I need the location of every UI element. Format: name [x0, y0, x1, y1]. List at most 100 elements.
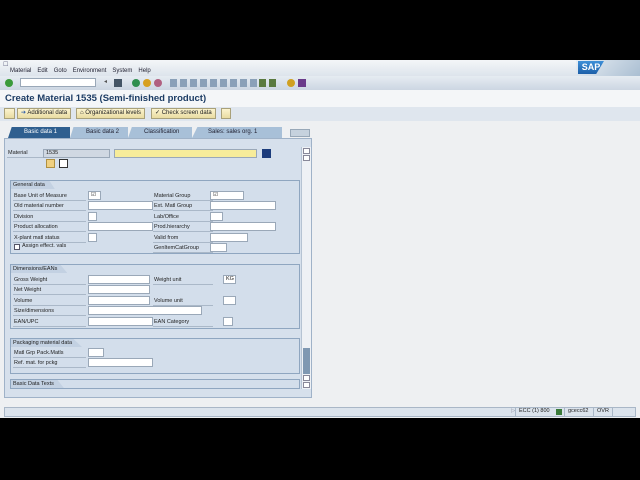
base-unit-label: Base Unit of Measure	[13, 192, 86, 201]
material-label: Material	[7, 149, 43, 158]
volume-unit-label: Volume unit	[153, 297, 213, 306]
menu-material[interactable]: Material	[10, 68, 31, 74]
tab-basic-data-2[interactable]: Basic data 2	[70, 127, 128, 138]
matl-grp-pack-label: Matl Grp Pack.Matls	[13, 349, 86, 358]
tab-classification[interactable]: Classification	[128, 127, 192, 138]
material-description-field[interactable]	[114, 149, 257, 158]
volume-unit-field[interactable]	[223, 296, 236, 305]
gross-weight-field[interactable]	[88, 275, 150, 284]
menu-environment[interactable]: Environment	[73, 68, 107, 74]
ref-mat-pckg-field[interactable]	[88, 358, 153, 367]
menu-bar: ☐ Material Edit Goto Environment System Help	[0, 60, 640, 76]
check-screen-data-button[interactable]: ✓ Check screen data	[151, 108, 216, 119]
volume-field[interactable]	[88, 296, 150, 305]
organizational-levels-button[interactable]: ⌂ Organizational levels	[76, 108, 145, 119]
matl-grp-pack-field[interactable]	[88, 348, 104, 357]
ean-category-field[interactable]	[223, 317, 233, 326]
lab-office-label: Lab/Office	[153, 213, 213, 222]
division-label: Division	[13, 213, 86, 222]
org-levels-icon[interactable]	[46, 159, 55, 168]
sap-logo: SAP	[578, 61, 604, 74]
group-title: Basic Data Texts	[11, 380, 64, 388]
standard-toolbar: ◂	[0, 76, 640, 90]
group-title: General data	[11, 181, 55, 189]
help-icon[interactable]	[287, 79, 295, 87]
status-system: ECC (1) 800	[515, 407, 550, 417]
menu-system[interactable]: System	[112, 68, 132, 74]
menu-goto[interactable]: Goto	[54, 68, 67, 74]
scroll-up-button-lower[interactable]	[303, 375, 310, 381]
x-plant-status-label: X-plant matl status	[13, 234, 86, 243]
ean-upc-field[interactable]	[88, 317, 153, 326]
dimensions-group: Dimensions/EANs Gross Weight Weight unit…	[10, 264, 300, 329]
old-material-number-field[interactable]	[88, 201, 153, 210]
other-material-button[interactable]	[4, 108, 15, 119]
save-icon[interactable]	[114, 79, 122, 87]
session-icons[interactable]	[259, 79, 277, 87]
scroll-down-button-lower[interactable]	[303, 382, 310, 388]
tab-panel: Material 1535 General data Base Unit of …	[4, 138, 312, 398]
net-weight-label: Net Weight	[13, 286, 86, 295]
size-dimensions-label: Size/dimensions	[13, 307, 86, 316]
ean-category-label: EAN Category	[153, 318, 213, 327]
page-title: Create Material 1535 (Semi-finished prod…	[5, 93, 207, 104]
size-dimensions-field[interactable]	[88, 306, 202, 315]
valid-from-label: Valid from	[153, 234, 213, 243]
material-group-field[interactable]: ☑	[210, 191, 244, 200]
scroll-thumb[interactable]	[303, 348, 310, 374]
lab-office-field[interactable]	[210, 212, 223, 221]
status-blank	[612, 407, 628, 417]
vertical-scrollbar[interactable]	[301, 147, 311, 389]
check-icon: ✓	[155, 110, 162, 116]
valid-from-field[interactable]	[210, 233, 248, 242]
ref-mat-pckg-label: Ref. mat. for pckg	[13, 359, 86, 368]
group-title: Dimensions/EANs	[11, 265, 68, 273]
exit-icon[interactable]	[143, 79, 151, 87]
command-field[interactable]	[20, 78, 96, 87]
packaging-group: Packaging material data Matl Grp Pack.Ma…	[10, 338, 300, 374]
additional-data-button[interactable]: ➔ Additional data	[17, 108, 72, 119]
back-icon[interactable]	[132, 79, 140, 87]
assign-effect-vals-checkbox[interactable]	[14, 244, 20, 250]
toolbar-icons[interactable]	[170, 79, 262, 87]
tab-scroll-buttons[interactable]	[290, 129, 310, 137]
gen-item-cat-group-field[interactable]	[210, 243, 227, 252]
enter-icon[interactable]	[5, 79, 13, 87]
material-group-label: Material Group	[153, 192, 213, 201]
info-icon[interactable]	[262, 149, 271, 158]
menu-edit[interactable]: Edit	[37, 68, 47, 74]
general-data-group: General data Base Unit of Measure ☑ Mate…	[10, 180, 300, 254]
weight-unit-field[interactable]: KG	[223, 275, 236, 284]
basic-data-texts-group: Basic Data Texts	[10, 379, 300, 389]
old-material-number-label: Old material number	[13, 202, 86, 211]
application-toolbar: ➔ Additional data ⌂ Organizational level…	[0, 107, 640, 121]
volume-label: Volume	[13, 297, 86, 306]
cancel-icon[interactable]	[154, 79, 162, 87]
status-mode: OVR	[593, 407, 609, 417]
division-field[interactable]	[88, 212, 97, 221]
menu-help[interactable]: Help	[138, 68, 150, 74]
product-allocation-field[interactable]	[88, 222, 153, 231]
window-menu-icon[interactable]: ☐	[3, 61, 8, 68]
layout-icon[interactable]	[298, 79, 306, 87]
scroll-up-button[interactable]	[303, 148, 310, 154]
net-weight-field[interactable]	[88, 285, 150, 294]
gen-item-cat-group-label: GenItemCatGroup	[153, 244, 213, 253]
print-button[interactable]	[221, 108, 231, 119]
x-plant-status-field[interactable]	[88, 233, 97, 242]
tab-sales-org-1[interactable]: Sales: sales org. 1	[192, 127, 282, 138]
gross-weight-label: Gross Weight	[13, 276, 86, 285]
back-arrow-icon[interactable]: ◂	[104, 78, 107, 85]
prod-hierarchy-field[interactable]	[210, 222, 276, 231]
scroll-down-button[interactable]	[303, 155, 310, 161]
ext-matl-group-label: Ext. Matl Group	[153, 202, 213, 211]
material-number-field: 1535	[43, 149, 110, 158]
base-unit-field[interactable]: ☑	[88, 191, 101, 200]
tab-basic-data-1[interactable]: Basic data 1	[8, 127, 70, 138]
ean-upc-label: EAN/UPC	[13, 318, 86, 327]
status-server: gcecc62	[564, 407, 589, 417]
document-icon[interactable]	[59, 159, 68, 168]
ext-matl-group-field[interactable]	[210, 201, 276, 210]
product-allocation-label: Product allocation	[13, 223, 86, 232]
status-server-icon	[556, 409, 562, 415]
